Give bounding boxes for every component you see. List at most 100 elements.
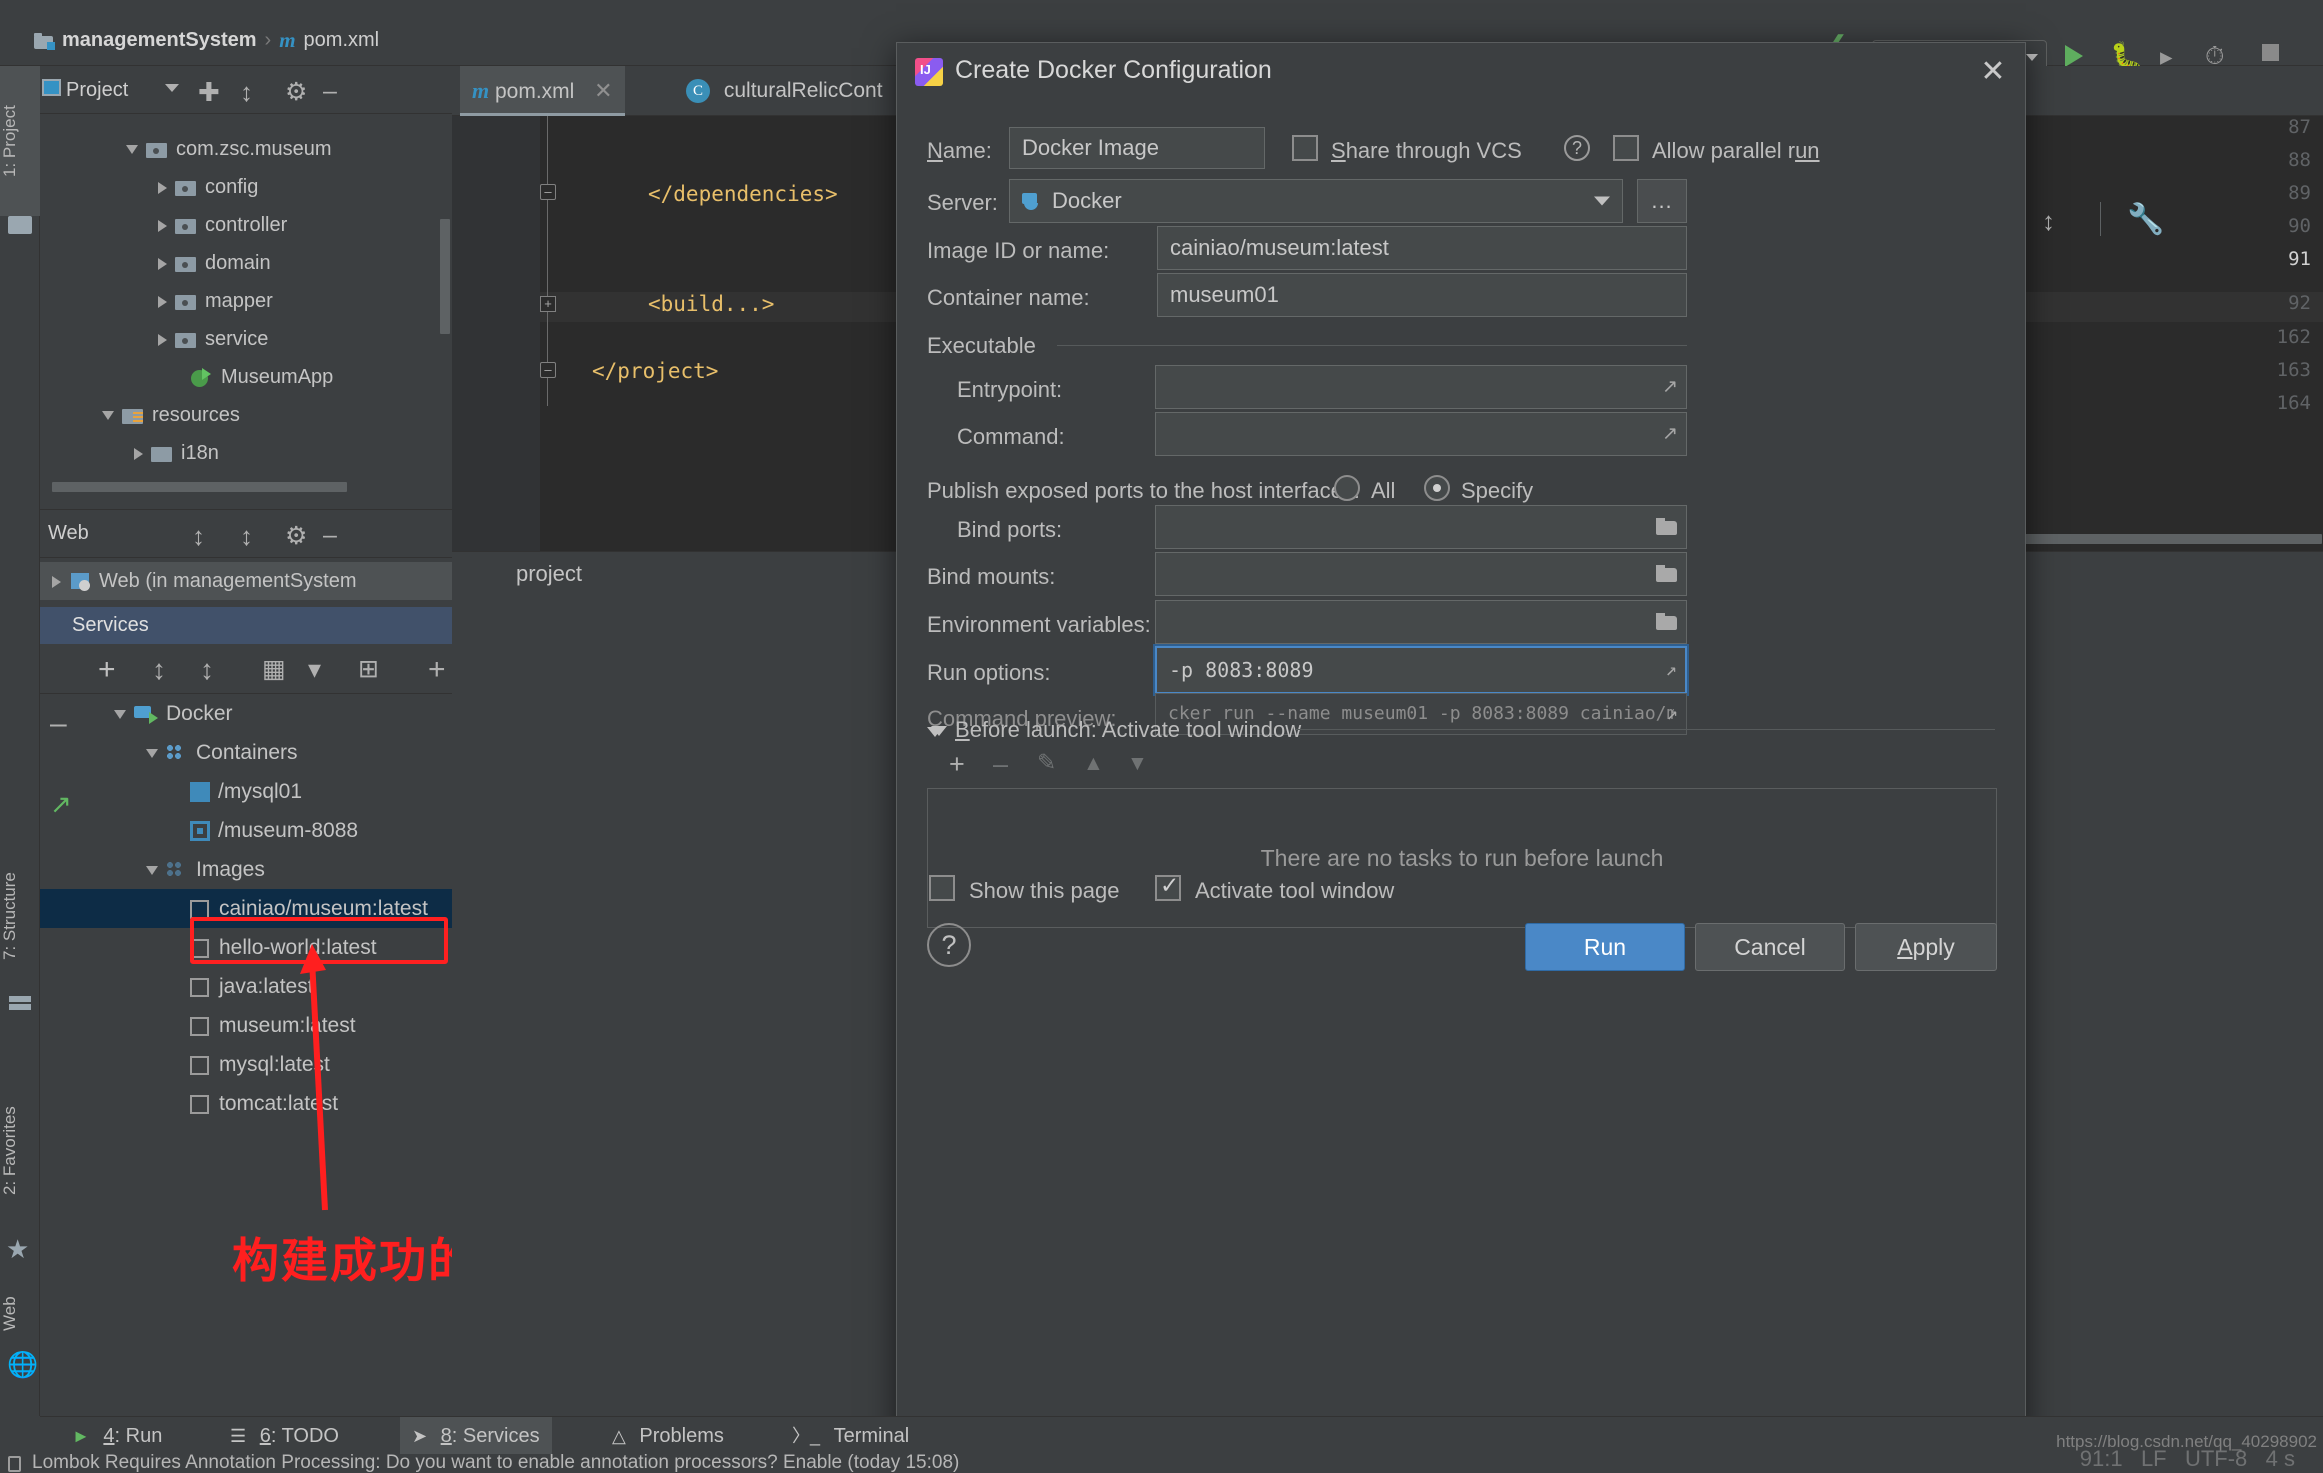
run-play-icon[interactable] [2065,45,2083,67]
publish-specify-radio[interactable] [1424,475,1450,501]
twisty-closed-icon[interactable] [158,295,167,308]
twisty-open-icon[interactable] [102,411,114,421]
gear-icon[interactable]: ⚙ [285,77,307,107]
menu-bar[interactable] [0,0,2323,14]
twisty-open-icon[interactable] [931,726,947,736]
filter-icon[interactable]: ▾ [308,654,321,685]
twisty-open-icon[interactable] [146,748,158,758]
environment-variables-input[interactable] [1155,600,1687,644]
expand-editor-icon[interactable]: ↗ [1662,425,1678,444]
twisty-open-icon[interactable] [126,145,138,155]
remove-icon[interactable]: – [993,749,1008,780]
chevron-down-icon[interactable] [1594,196,1610,206]
tree-item-root-clipped[interactable] [40,114,452,130]
twisty-closed-icon[interactable] [158,219,167,232]
tree-item-package[interactable]: com.zsc.museum [40,130,452,168]
event-log-icon[interactable] [8,1456,21,1472]
tab-services[interactable]: ➤ 8: Services [400,1417,552,1455]
hide-icon[interactable]: – [323,77,337,106]
folder-browse-icon[interactable] [1656,565,1678,583]
server-browse-button[interactable]: ... [1637,179,1687,223]
add-icon[interactable]: + [98,653,116,687]
apply-button[interactable]: Apply [1855,923,1997,971]
twisty-open-icon[interactable] [114,709,126,719]
locate-target-icon[interactable]: ✚ [198,77,220,108]
twisty-closed-icon[interactable] [52,575,61,588]
open-in-new-window-icon[interactable]: ↗ [50,789,72,820]
cancel-button[interactable]: Cancel [1695,923,1845,971]
gear-icon[interactable]: ⚙ [285,521,307,551]
bind-mounts-input[interactable] [1155,552,1687,596]
stop-square-icon[interactable] [2262,44,2279,61]
move-up-icon[interactable]: ▲ [1083,752,1104,776]
web-module-row[interactable]: Web (in managementSystem [40,562,452,600]
help-button[interactable]: ? [927,923,971,967]
collapse-all-icon[interactable]: ↕ [240,521,253,552]
folder-browse-icon[interactable] [1656,518,1678,536]
breadcrumb-file[interactable]: pom.xml [304,29,380,52]
collapse-all-icon[interactable]: ↕ [240,77,253,108]
fold-collapse-icon[interactable]: – [540,184,556,200]
command-input[interactable]: ↗ [1155,412,1687,456]
sidebar-item-favorites[interactable]: 2: Favorites [0,1066,40,1236]
tree-item-controller[interactable]: controller [40,206,452,244]
tree-item-resources[interactable]: resources [40,396,452,434]
collapse-all-icon[interactable]: ↕ [200,654,214,686]
twisty-closed-icon[interactable] [134,447,143,460]
run-button[interactable]: Run [1525,923,1685,971]
project-panel-title[interactable]: Project [66,79,128,102]
tree-item-config[interactable]: config [40,168,452,206]
question-circle-icon[interactable]: ? [1564,135,1590,161]
entrypoint-input[interactable]: ↗ [1155,365,1687,409]
tree-item-i18n[interactable]: i18n [40,434,452,472]
tree-item-museumapp[interactable]: MuseumApp [40,358,452,396]
collapse-all-icon[interactable]: ↕ [2042,206,2055,237]
tree-item-service[interactable]: service [40,320,452,358]
fold-expand-icon[interactable]: + [540,296,556,312]
expand-editor-icon[interactable]: ↗ [1662,378,1678,397]
bind-ports-input[interactable] [1155,505,1687,549]
fold-collapse-icon[interactable]: – [540,362,556,378]
hide-icon[interactable]: – [323,521,337,550]
image-id-input[interactable]: cainiao/museum:latest [1157,226,1687,270]
status-bar-message[interactable]: Lombok Requires Annotation Processing: D… [32,1452,959,1473]
edit-pencil-icon[interactable]: ✎ [1037,749,1056,776]
container-name-input[interactable]: museum01 [1157,273,1687,317]
add-tab-icon[interactable]: ⊞ [358,654,379,684]
name-input[interactable]: Docker Image [1009,127,1265,169]
project-tree[interactable]: com.zsc.museum config controller domain … [40,114,452,509]
server-combobox[interactable]: Docker [1009,179,1623,223]
twisty-open-icon[interactable] [146,865,158,875]
add-icon[interactable]: + [949,749,965,780]
chevron-down-icon[interactable] [2026,54,2038,61]
tree-item-mapper[interactable]: mapper [40,282,452,320]
sidebar-item-structure[interactable]: 7: Structure [0,836,40,996]
close-icon[interactable]: ✕ [1979,57,2007,87]
tab-terminal[interactable]: 〉_ Terminal [780,1417,921,1455]
expand-all-icon[interactable]: ↕ [152,654,166,686]
group-by-icon[interactable]: ▦ [262,654,286,684]
share-through-vcs-checkbox[interactable] [1292,135,1318,161]
sidebar-item-project[interactable]: 1: Project [0,66,40,216]
expand-editor-icon[interactable]: ↗ [1666,660,1677,680]
twisty-closed-icon[interactable] [158,257,167,270]
tab-run[interactable]: ► 4: Run [60,1417,174,1455]
activate-tool-window-checkbox[interactable] [1155,872,1181,901]
caret-position[interactable]: 91:1 [2080,1446,2123,1471]
tab-cultural-relic-controller[interactable]: C culturalRelicCont [674,66,895,116]
folder-browse-icon[interactable] [1656,613,1678,631]
run-options-input[interactable]: -p 8083:8089 ↗ [1153,644,1689,696]
publish-all-radio[interactable] [1334,475,1360,501]
add-service-icon[interactable]: + [428,653,446,687]
project-tree-hscrollbar[interactable] [52,482,347,492]
expand-all-icon[interactable]: ↕ [192,521,205,552]
wrench-icon[interactable]: 🔧 [2127,202,2164,237]
close-icon[interactable]: ✕ [594,78,612,103]
indent-setting[interactable]: 4 s [2266,1446,2295,1471]
tab-pom-xml[interactable]: m pom.xml ✕ [460,66,625,116]
chevron-down-icon[interactable] [165,84,179,92]
editor-breadcrumb-label[interactable]: project [516,561,582,587]
editor-gutter[interactable] [452,116,540,551]
sidebar-item-web[interactable]: Web [0,1276,40,1351]
breadcrumb-project[interactable]: managementSystem [62,29,257,52]
